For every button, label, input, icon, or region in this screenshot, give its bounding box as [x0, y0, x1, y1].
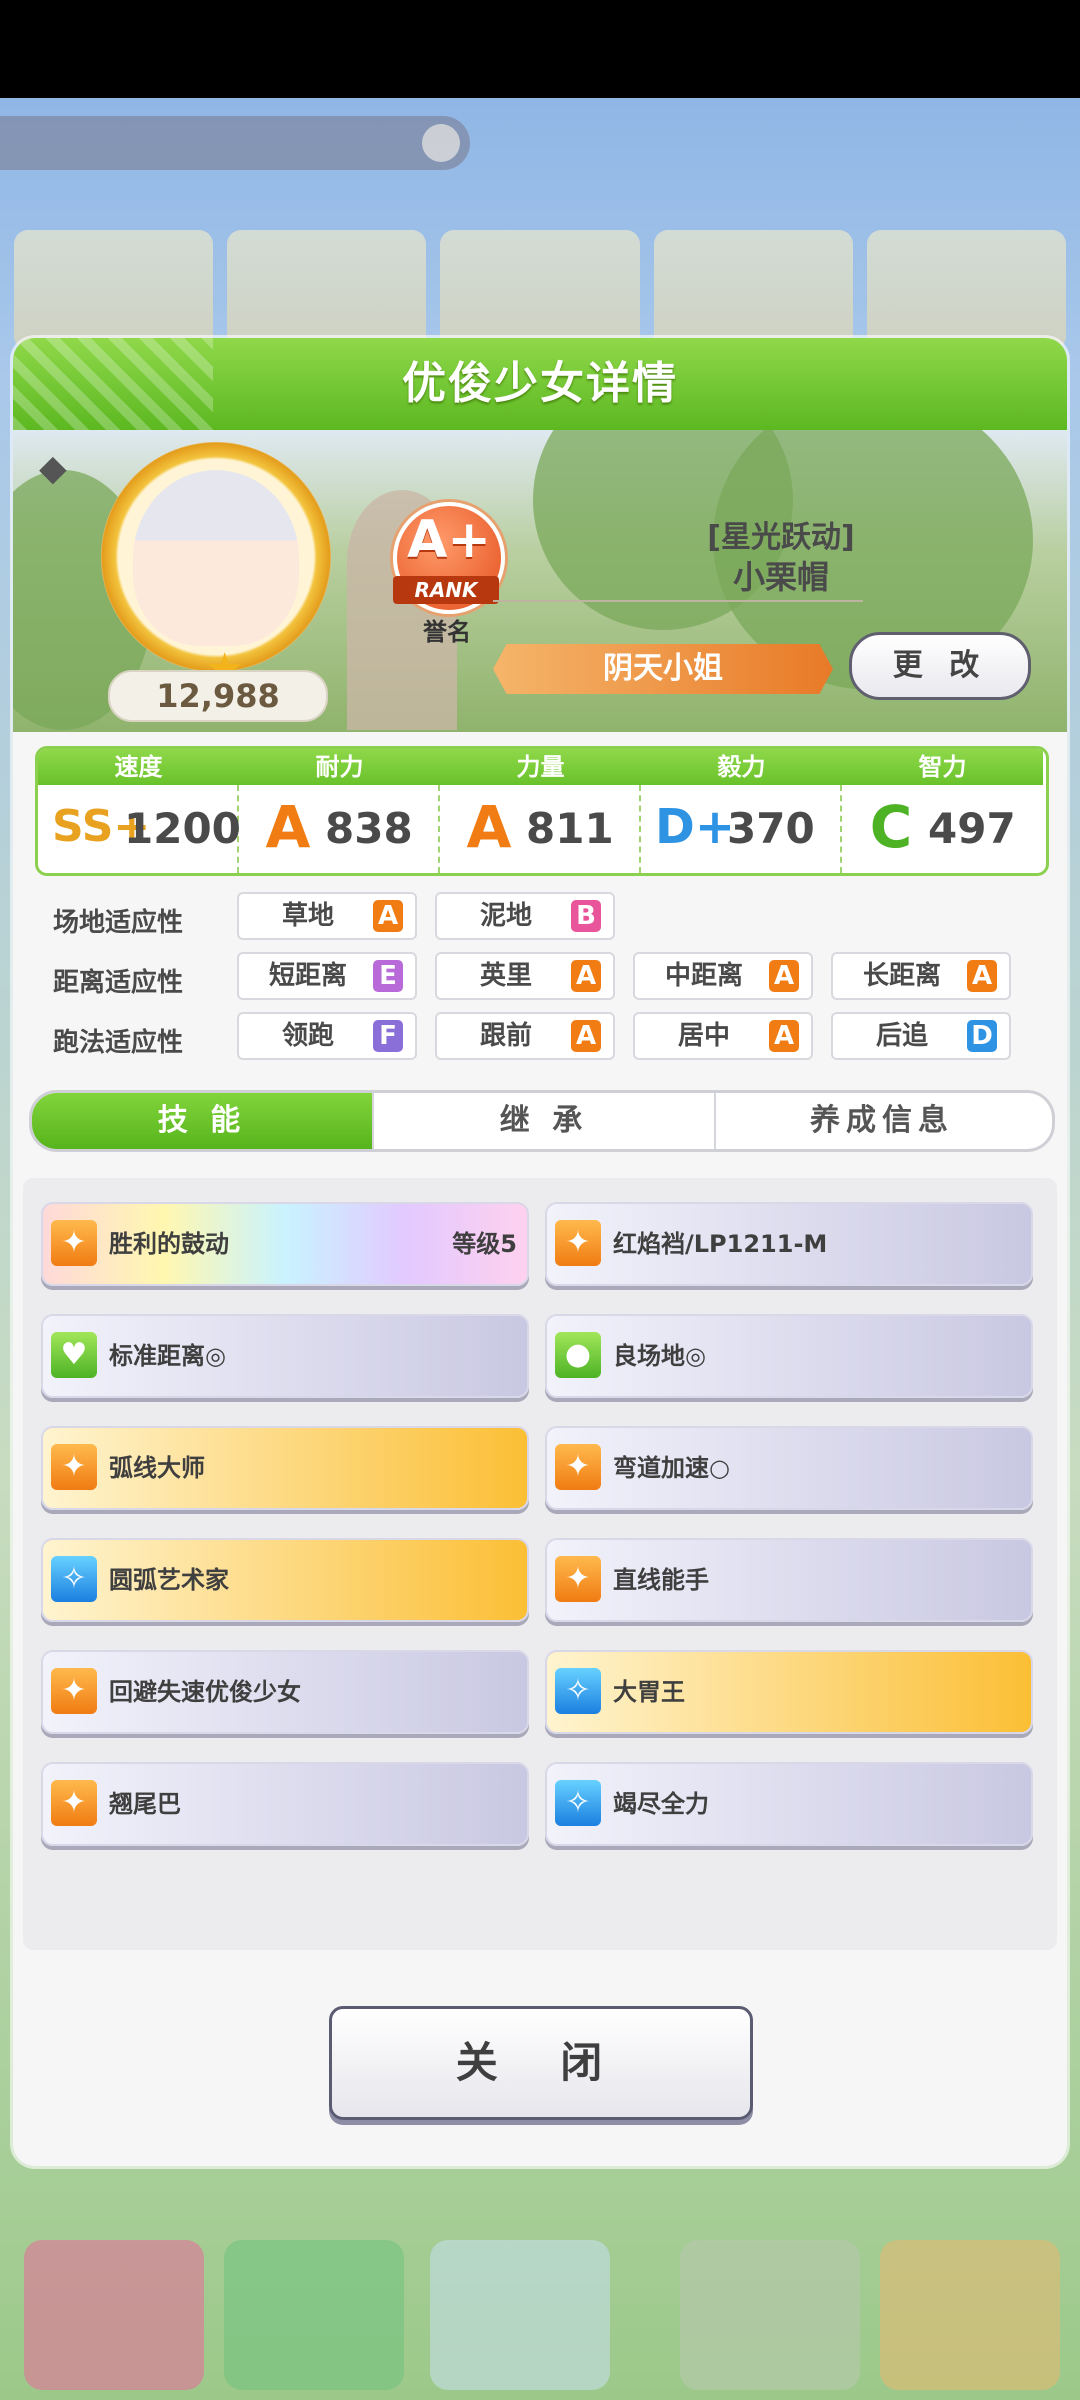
- stat-wisdom: 智力 C 497: [842, 749, 1043, 873]
- aptitude-long: 长距离 A: [831, 952, 1011, 1000]
- running-icon: ✦: [51, 1780, 97, 1826]
- stat-guts-grade: D+: [655, 799, 736, 855]
- aptitude-dirt: 泥地 B: [435, 892, 615, 940]
- background-cards: [14, 230, 1067, 350]
- sparkle-icon: ✧: [51, 1556, 97, 1602]
- stat-guts-label: 毅力: [641, 749, 842, 785]
- horse-detail-dialog: 优俊少女详情 ◆ ★ 12,988 A+ RANK 誉名 [星光跃动] 小栗帽 …: [13, 338, 1067, 2166]
- aptitude-style-label: 跑法适应性: [53, 1028, 184, 1058]
- background-tab-5: [880, 2240, 1060, 2390]
- skill-item[interactable]: ● 良场地◎: [545, 1314, 1033, 1398]
- heart-icon: ♥: [51, 1332, 97, 1378]
- stat-wisdom-grade: C: [869, 793, 913, 861]
- dialog-header: 优俊少女详情: [13, 338, 1067, 430]
- stats-panel: 速度 SS+ 1200 耐力 A 838 力量 A 811 毅力 D+ 370 …: [35, 746, 1049, 876]
- stat-speed: 速度 SS+ 1200: [38, 749, 241, 873]
- carrot-icon: ◆: [39, 448, 67, 489]
- tab-inheritance[interactable]: 继 承: [372, 1093, 716, 1149]
- stat-guts: 毅力 D+ 370: [641, 749, 842, 873]
- horse-name: 小栗帽: [732, 558, 829, 596]
- rank-grade: A+: [407, 510, 491, 570]
- stat-stamina-grade: A: [265, 793, 311, 861]
- rank-label: 誉名: [423, 618, 471, 646]
- aptitude-leader: 跟前 A: [435, 1012, 615, 1060]
- horse-outfit-title: [星光跃动]: [707, 520, 855, 555]
- skill-level: 等级5: [452, 1230, 517, 1258]
- skill-item[interactable]: ✧ 大胃王: [545, 1650, 1033, 1734]
- aptitude-medium: 中距离 A: [633, 952, 813, 1000]
- aptitude-track-label: 场地适应性: [53, 908, 184, 938]
- background-tab-4: [680, 2240, 860, 2390]
- stat-wisdom-value: 497: [928, 804, 1016, 853]
- background-tab-3: [430, 2240, 610, 2390]
- background-tab-2: [224, 2240, 404, 2390]
- stat-power: 力量 A 811: [440, 749, 641, 873]
- dialog-title: 优俊少女详情: [402, 358, 678, 409]
- status-bar: [0, 0, 1080, 98]
- aptitude-runner: 领跑 F: [237, 1012, 417, 1060]
- skill-item[interactable]: ✦ 红焰裆/LP1211-M: [545, 1202, 1033, 1286]
- aptitude-short: 短距离 E: [237, 952, 417, 1000]
- tab-skills[interactable]: 技 能: [32, 1093, 372, 1149]
- close-button[interactable]: 关 闭: [329, 2006, 753, 2120]
- running-icon: ✦: [51, 1444, 97, 1490]
- background-banner: [0, 116, 470, 170]
- running-icon: ✦: [51, 1668, 97, 1714]
- skill-item[interactable]: ♥ 标准距离◎: [41, 1314, 529, 1398]
- aptitude-turf: 草地 A: [237, 892, 417, 940]
- skill-item[interactable]: ✦ 弯道加速○: [545, 1426, 1033, 1510]
- name-divider: [493, 600, 863, 602]
- nickname-ribbon: 阴天小姐: [493, 644, 833, 694]
- skill-item[interactable]: ✦ 直线能手: [545, 1538, 1033, 1622]
- aptitude-chaser: 后追 D: [831, 1012, 1011, 1060]
- muscle-icon: ●: [555, 1332, 601, 1378]
- skill-item[interactable]: ✦ 胜利的鼓动 等级5: [41, 1202, 529, 1286]
- stat-stamina: 耐力 A 838: [239, 749, 440, 873]
- stat-wisdom-label: 智力: [842, 749, 1043, 785]
- skill-item[interactable]: ✦ 回避失速优俊少女: [41, 1650, 529, 1734]
- skill-item[interactable]: ✦ 弧线大师: [41, 1426, 529, 1510]
- background-tab-1: [24, 2240, 204, 2390]
- avatar[interactable]: [133, 470, 299, 646]
- skill-item[interactable]: ✧ 圆弧艺术家: [41, 1538, 529, 1622]
- skill-item[interactable]: ✦ 翘尾巴: [41, 1762, 529, 1846]
- tab-training-info[interactable]: 养成信息: [712, 1093, 1052, 1149]
- sparkle-icon: ✧: [555, 1668, 601, 1714]
- running-icon: ✦: [51, 1220, 97, 1266]
- stat-speed-label: 速度: [38, 749, 239, 785]
- stat-power-label: 力量: [440, 749, 641, 785]
- running-icon: ✦: [555, 1556, 601, 1602]
- stat-stamina-value: 838: [325, 804, 413, 853]
- stat-power-value: 811: [526, 804, 614, 853]
- skill-item[interactable]: ✧ 竭尽全力: [545, 1762, 1033, 1846]
- profile-banner: ◆ ★ 12,988 A+ RANK 誉名 [星光跃动] 小栗帽 阴天小姐 更 …: [13, 430, 1067, 732]
- sparkle-icon: ✧: [555, 1780, 601, 1826]
- running-icon: ✦: [555, 1444, 601, 1490]
- change-nickname-button[interactable]: 更 改: [849, 632, 1031, 700]
- stat-speed-grade: SS+: [52, 801, 151, 852]
- fan-count: 12,988: [108, 670, 328, 722]
- detail-tabs: 技 能 继 承 养成信息: [29, 1090, 1055, 1152]
- running-icon: ✦: [555, 1220, 601, 1266]
- aptitude-distance-label: 距离适应性: [53, 968, 184, 998]
- stat-speed-value: 1200: [124, 804, 241, 853]
- skills-list: ✦ 胜利的鼓动 等级5 ✦ 红焰裆/LP1211-M ♥ 标准距离◎ ● 良场地…: [23, 1178, 1057, 1950]
- rank-tag: RANK: [393, 576, 499, 604]
- stat-stamina-label: 耐力: [239, 749, 440, 785]
- stat-power-grade: A: [466, 793, 512, 861]
- aptitude-betweener: 居中 A: [633, 1012, 813, 1060]
- stat-guts-value: 370: [727, 804, 815, 853]
- banner-close-icon: [422, 124, 460, 162]
- aptitude-mile: 英里 A: [435, 952, 615, 1000]
